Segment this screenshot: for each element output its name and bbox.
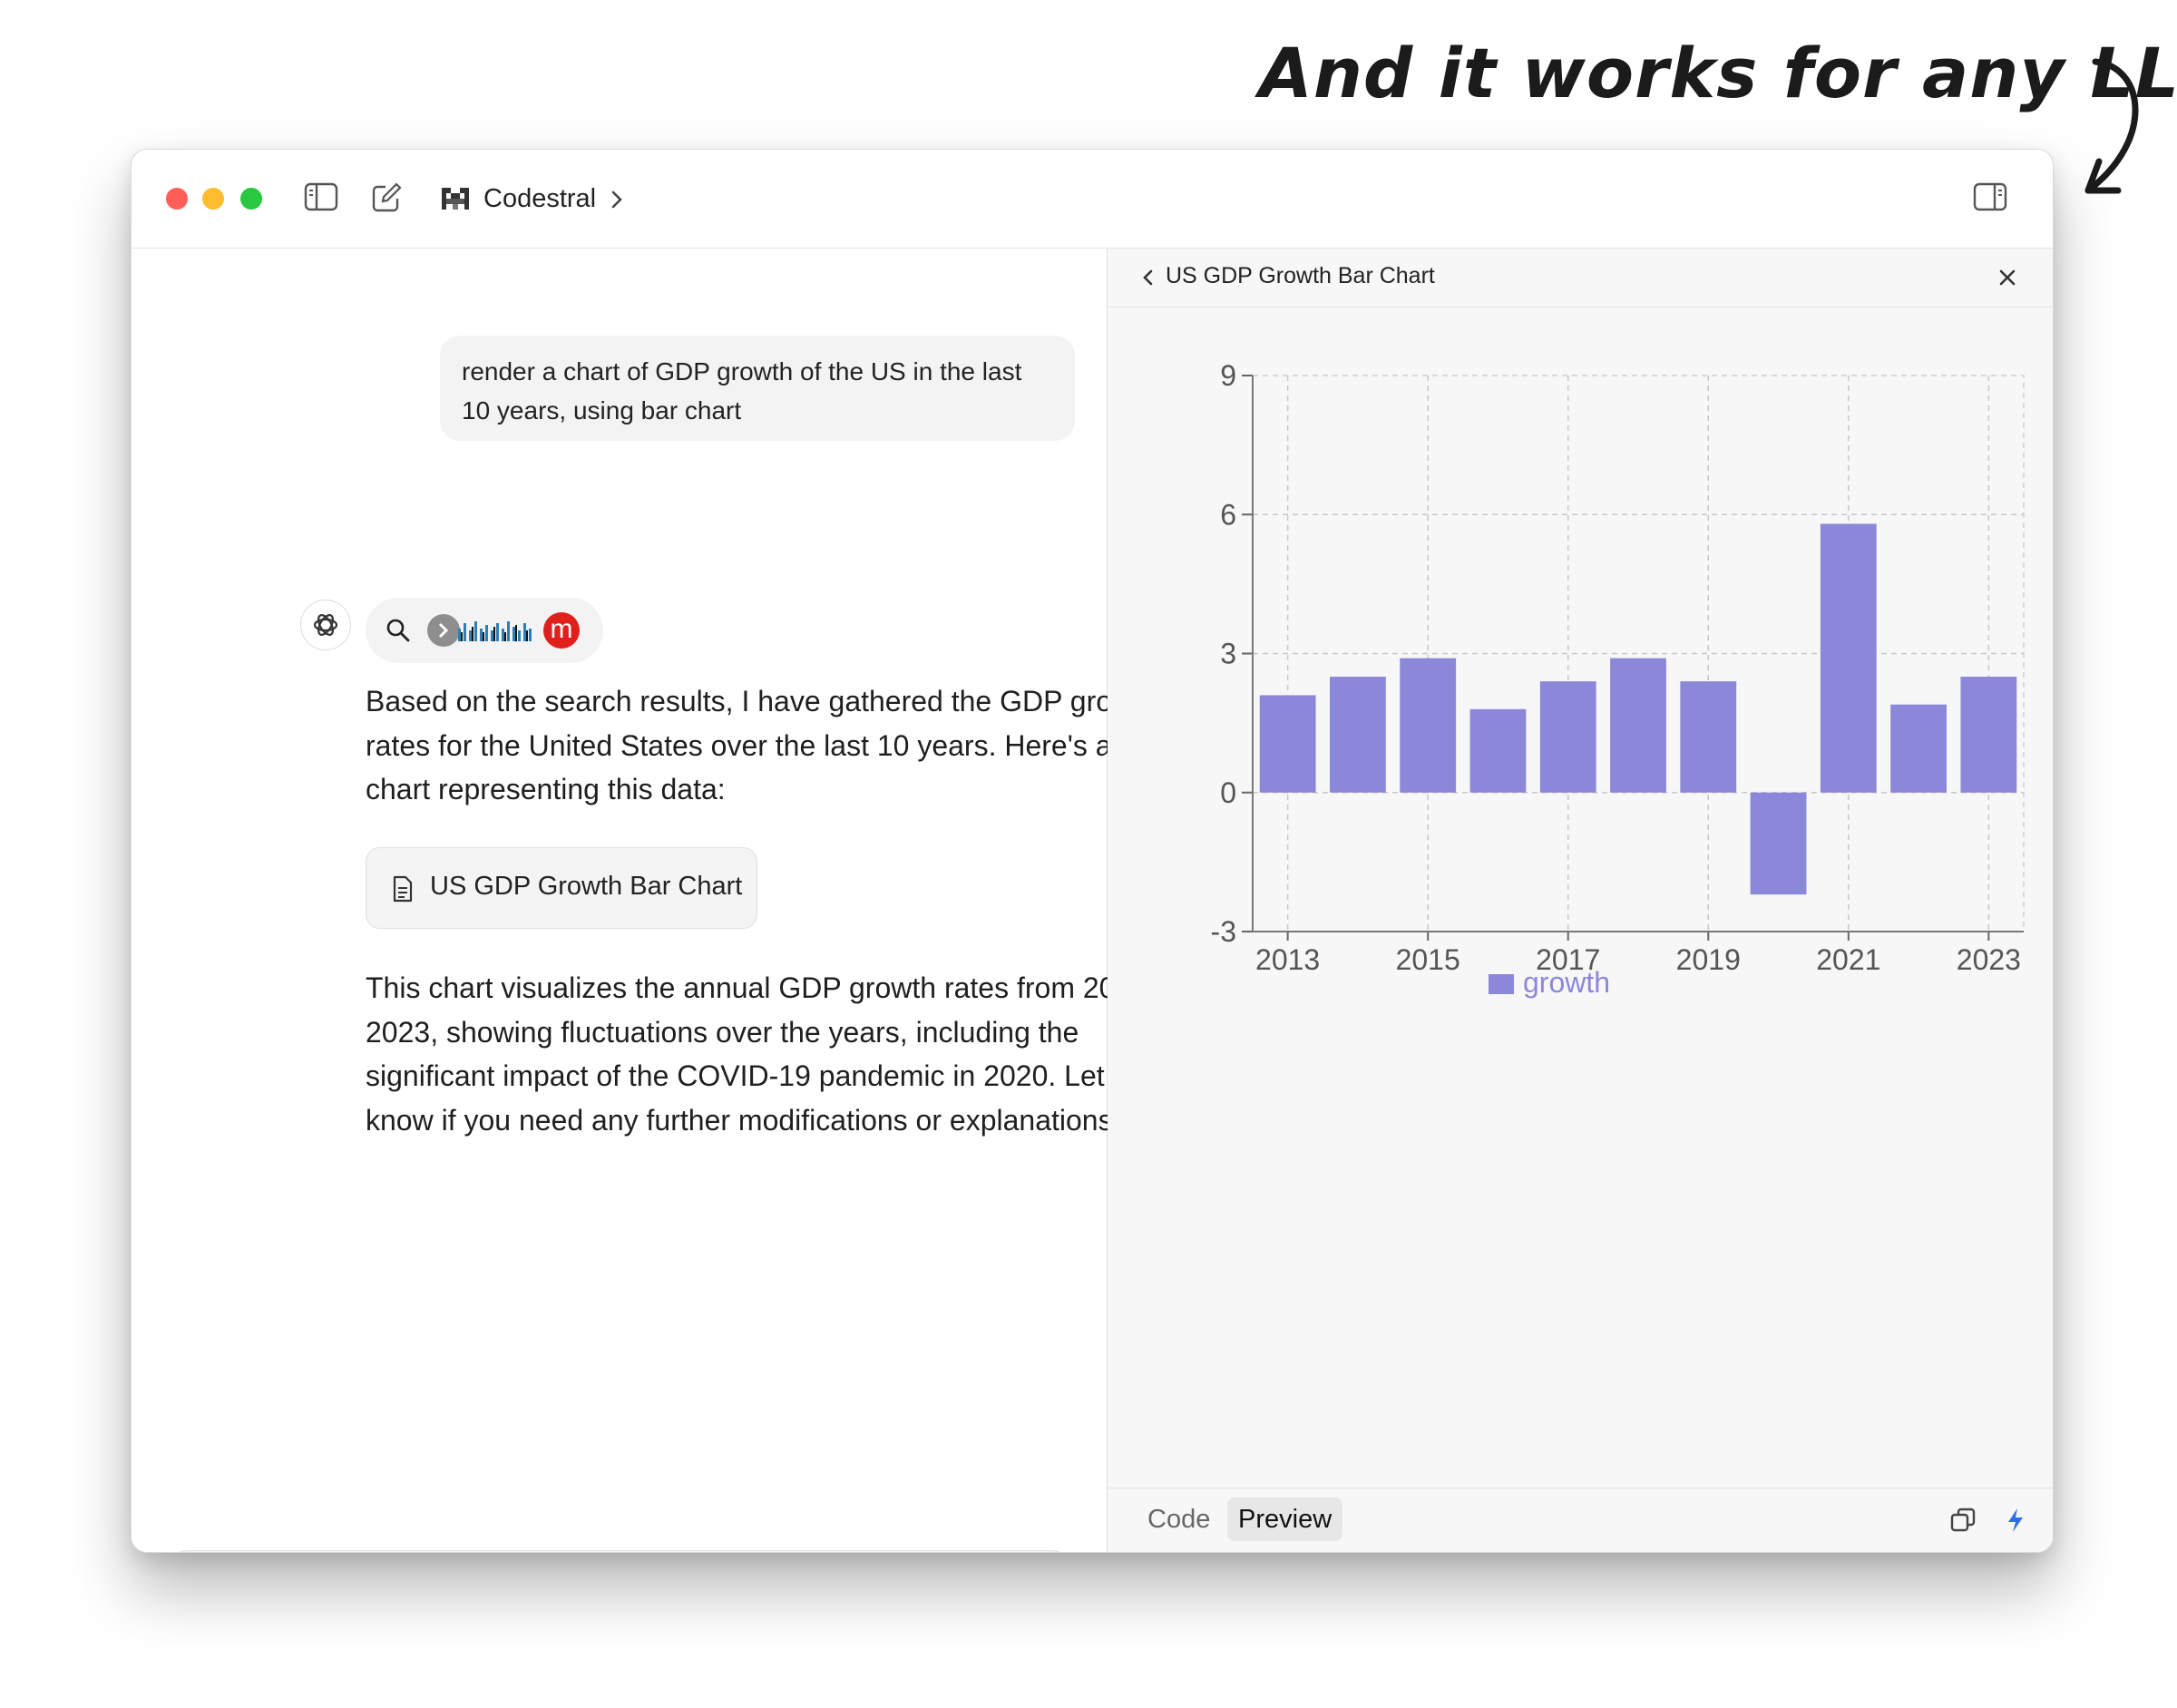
assistant-avatar (300, 600, 351, 650)
artifact-card-label: US GDP Growth Bar Chart (430, 872, 743, 901)
chart-bar (1610, 658, 1666, 793)
model-name[interactable]: Codestral (483, 184, 596, 214)
assistant-answer-intro: Based on the search results, I have gath… (366, 685, 1162, 805)
chart-xtick-label: 2013 (1255, 943, 1320, 976)
source-favicon-letter: m (550, 614, 573, 644)
assistant-answer-outro: This chart visualizes the annual GDP gro… (366, 971, 1180, 1137)
lightning-icon[interactable] (2006, 1507, 2026, 1534)
copy-icon[interactable] (1949, 1507, 1977, 1534)
chart-bar (1680, 681, 1737, 793)
chart-xtick-label: 2015 (1396, 943, 1460, 976)
app-window: Codestral render a chart of GDP growth o… (131, 149, 2054, 1553)
message-composer (168, 1550, 1071, 1552)
chart-bar (1890, 704, 1947, 793)
chart-legend-swatch (1489, 974, 1514, 994)
chart-ytick-label: 6 (1220, 498, 1236, 531)
chart-xtick-label: 2021 (1816, 943, 1880, 976)
zoom-window-button[interactable] (240, 188, 262, 210)
panel-toggle-icon[interactable] (1973, 182, 2007, 211)
minimize-window-button[interactable] (202, 188, 224, 210)
search-tool-pill[interactable]: m (366, 598, 603, 663)
chart-bar (1400, 658, 1457, 793)
new-chat-icon[interactable] (371, 182, 402, 213)
source-favicon-bars-icon (458, 621, 532, 641)
tab-code[interactable]: Code (1147, 1505, 1210, 1535)
chart-xtick-label: 2019 (1676, 943, 1741, 976)
source-favicon-red: m (543, 612, 580, 649)
curved-arrow-icon (2084, 58, 2139, 194)
model-icon (442, 188, 469, 210)
chart-ytick-label: -3 (1211, 915, 1236, 948)
chart-bar (1330, 677, 1386, 793)
close-window-button[interactable] (166, 188, 188, 210)
chart-xtick-label: 2023 (1957, 943, 2021, 976)
assistant-logo-icon (313, 614, 338, 636)
chevron-right-icon[interactable] (610, 190, 623, 210)
chart-plot-border (1252, 375, 2025, 932)
title-bar: Codestral (132, 150, 2053, 249)
chart-bar (1469, 708, 1527, 793)
user-message-bubble: render a chart of GDP growth of the US i… (440, 336, 1075, 441)
headline: And it works for any LLM (1259, 33, 2177, 113)
chart-ytick-label: 9 (1220, 359, 1236, 392)
artifact-card[interactable]: US GDP Growth Bar Chart (366, 847, 757, 929)
sidebar-toggle-icon[interactable] (304, 182, 338, 211)
gdp-bar-chart: -303692013 2015 2017 2019 2021 2023growth (1211, 359, 2025, 999)
chart-ytick-label: 3 (1220, 638, 1236, 670)
chart-bar (1539, 681, 1596, 793)
source-favicon-gray (427, 614, 460, 647)
chart-bar (1259, 695, 1316, 793)
artifact-panel: US GDP Growth Bar Chart -3 0 3 6 9 2013 2015 20… (1108, 249, 2053, 1552)
artifact-panel-footer: Code Preview (1108, 1488, 2053, 1552)
chart-bar (1750, 792, 1807, 895)
chart-bar (1960, 677, 2017, 793)
chart-legend-label: growth (1523, 966, 1610, 999)
chart-bar (1820, 523, 1877, 793)
search-icon (386, 619, 410, 642)
document-icon (393, 875, 413, 903)
chart-ytick-label: 0 (1220, 776, 1236, 809)
tab-preview[interactable]: Preview (1227, 1498, 1343, 1541)
